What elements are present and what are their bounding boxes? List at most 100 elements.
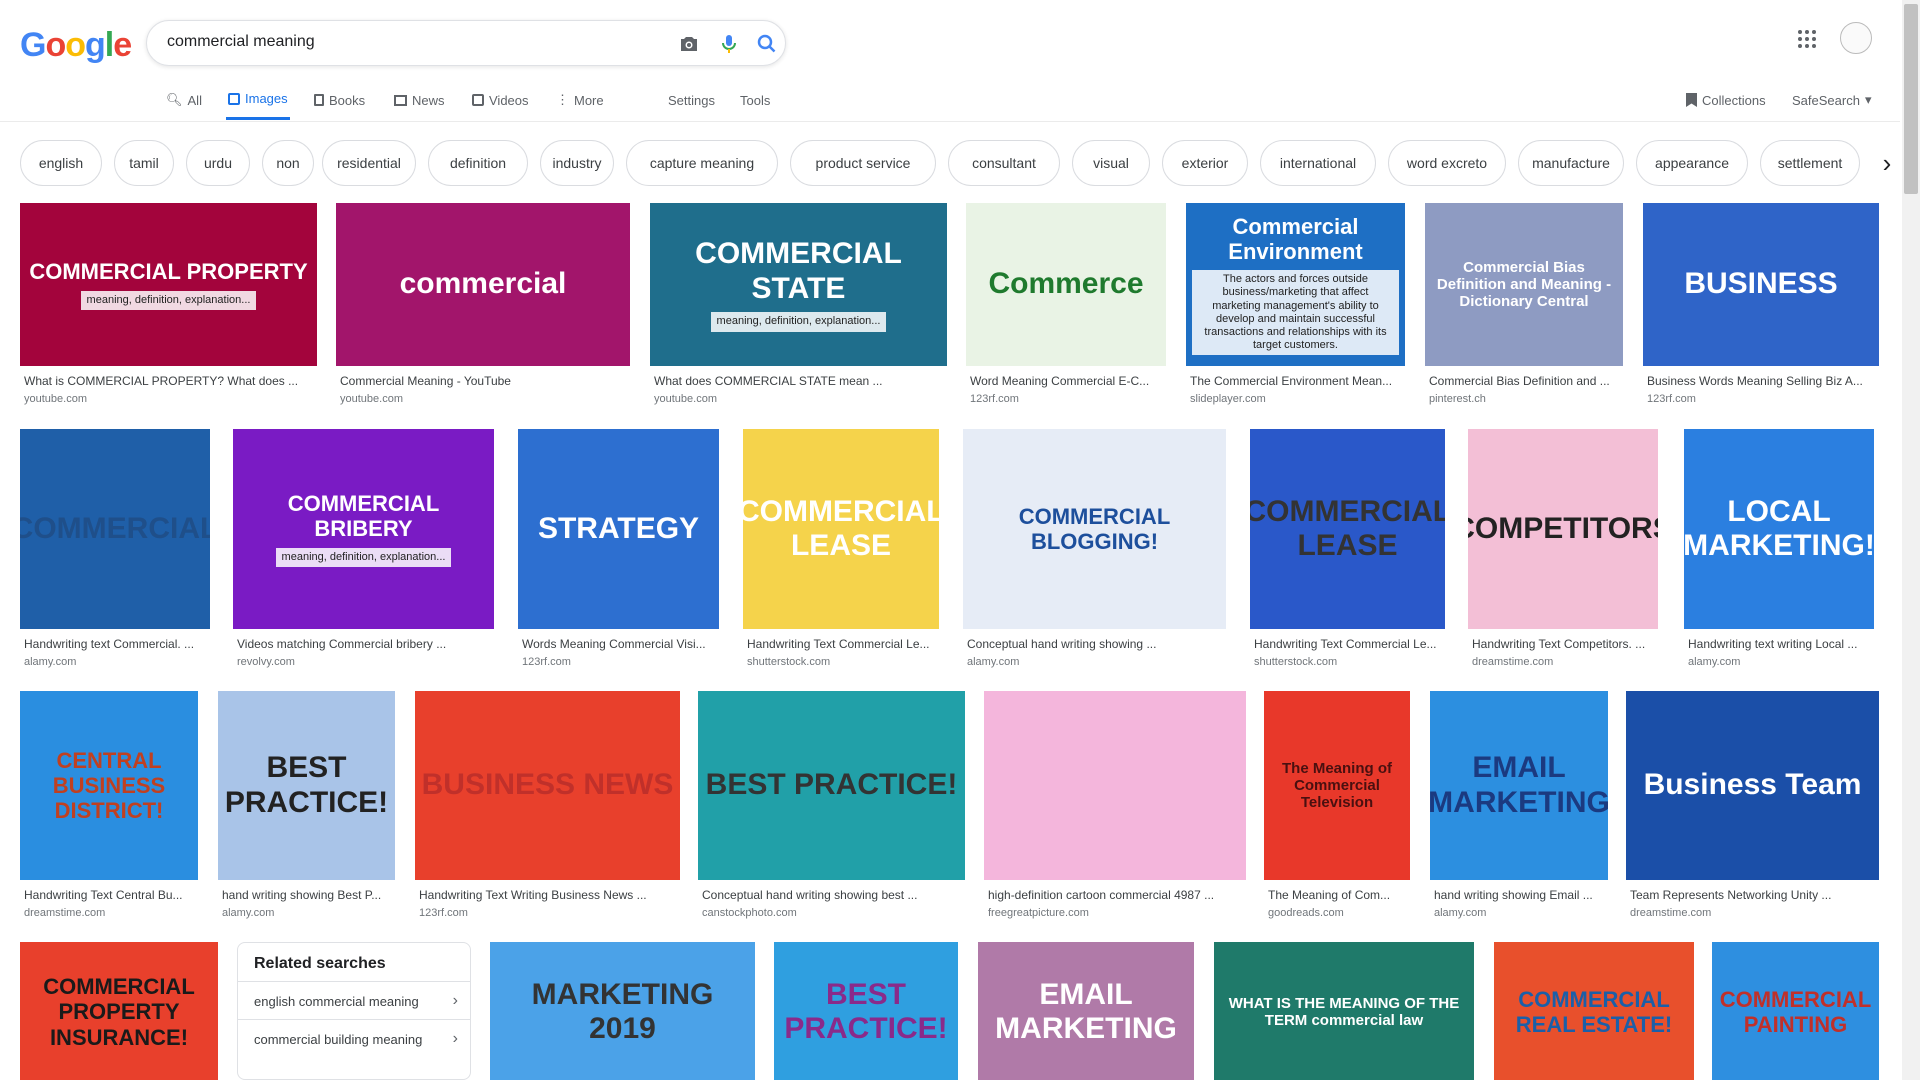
result-source[interactable]: alamy.com: [222, 907, 274, 919]
image-result[interactable]: high-definition cartoon commercial 4987 …: [984, 691, 1246, 928]
result-source[interactable]: shutterstock.com: [1254, 656, 1337, 668]
chip-appearance[interactable]: appearance: [1636, 140, 1748, 186]
result-source[interactable]: dreamstime.com: [24, 907, 105, 919]
result-thumbnail[interactable]: COMMERCIAL PAINTING: [1712, 942, 1879, 1080]
chip-product-service[interactable]: product service: [790, 140, 936, 186]
image-result[interactable]: COMMERCIAL PROPERTY meaning, definition, …: [20, 203, 317, 414]
chip-exterior[interactable]: exterior: [1162, 140, 1248, 186]
result-caption[interactable]: hand writing showing Email ...: [1434, 888, 1606, 902]
image-result[interactable]: EMAIL MARKETING hand writing showing Emai…: [1430, 691, 1608, 928]
result-source[interactable]: youtube.com: [340, 393, 403, 405]
result-caption[interactable]: Words Meaning Commercial Visi...: [522, 637, 717, 651]
chip-urdu[interactable]: urdu: [186, 140, 250, 186]
result-source[interactable]: canstockphoto.com: [702, 907, 797, 919]
result-thumbnail[interactable]: COMMERCIAL REAL ESTATE!: [1494, 942, 1694, 1080]
chip-consultant[interactable]: consultant: [948, 140, 1060, 186]
image-result[interactable]: Commercial Environment The actors and for…: [1186, 203, 1405, 414]
result-source[interactable]: alamy.com: [1434, 907, 1486, 919]
result-caption[interactable]: Handwriting Text Commercial Le...: [747, 637, 937, 651]
chip-non[interactable]: non: [262, 140, 314, 186]
result-thumbnail[interactable]: COMPETITORS: [1468, 429, 1658, 629]
result-source[interactable]: alamy.com: [1688, 656, 1740, 668]
chip-capture-meaning[interactable]: capture meaning: [626, 140, 778, 186]
image-result[interactable]: BEST PRACTICE!: [774, 942, 958, 1080]
result-caption[interactable]: high-definition cartoon commercial 4987 …: [988, 888, 1244, 902]
result-thumbnail[interactable]: STRATEGY: [518, 429, 719, 629]
result-thumbnail[interactable]: Business Team: [1626, 691, 1879, 880]
result-source[interactable]: alamy.com: [967, 656, 1019, 668]
result-thumbnail[interactable]: MARKETING 2019: [490, 942, 755, 1080]
image-result[interactable]: Business Team Team Represents Networking …: [1626, 691, 1879, 928]
result-thumbnail[interactable]: BEST PRACTICE!: [698, 691, 965, 880]
image-result[interactable]: COMMERCIAL PROPERTY INSURANCE!: [20, 942, 218, 1080]
chip-settlement[interactable]: settlement: [1760, 140, 1860, 186]
result-thumbnail[interactable]: COMMERCIAL PROPERTY INSURANCE!: [20, 942, 218, 1080]
image-result[interactable]: commercial Commercial Meaning - YouTube yo…: [336, 203, 630, 414]
safesearch-toggle[interactable]: SafeSearch ▾: [1792, 80, 1871, 120]
image-result[interactable]: COMMERCIAL BRIBERY meaning, definition, e…: [233, 429, 494, 677]
google-logo[interactable]: Google: [20, 26, 132, 65]
image-result[interactable]: STRATEGY Words Meaning Commercial Visi...…: [518, 429, 719, 677]
result-source[interactable]: goodreads.com: [1268, 907, 1344, 919]
image-result[interactable]: CENTRAL BUSINESS DISTRICT! Handwriting Te…: [20, 691, 198, 928]
chip-definition[interactable]: definition: [428, 140, 528, 186]
image-result[interactable]: WHAT IS THE MEANING OF THE TERM commerci…: [1214, 942, 1474, 1080]
chip-tamil[interactable]: tamil: [114, 140, 174, 186]
result-thumbnail[interactable]: commercial: [336, 203, 630, 366]
chip-english[interactable]: english: [20, 140, 102, 186]
tab-books[interactable]: Books: [314, 80, 365, 120]
image-result[interactable]: BEST PRACTICE! hand writing showing Best …: [218, 691, 395, 928]
result-thumbnail[interactable]: EMAIL MARKETING: [1430, 691, 1608, 880]
image-result[interactable]: COMMERCIAL REAL ESTATE!: [1494, 942, 1694, 1080]
image-result[interactable]: COMMERCIAL Handwriting text Commercial. .…: [20, 429, 210, 677]
image-result[interactable]: BUSINESS Business Words Meaning Selling B…: [1643, 203, 1879, 414]
image-result[interactable]: MARKETING 2019: [490, 942, 755, 1080]
result-thumbnail[interactable]: COMMERCIAL: [20, 429, 210, 629]
result-caption[interactable]: Handwriting text Commercial. ...: [24, 637, 208, 651]
result-caption[interactable]: Team Represents Networking Unity ...: [1630, 888, 1877, 902]
result-caption[interactable]: Conceptual hand writing showing ...: [967, 637, 1224, 651]
related-search-item[interactable]: english commercial meaning ›: [238, 981, 470, 1019]
image-result[interactable]: COMMERCIAL PAINTING: [1712, 942, 1879, 1080]
tab-more[interactable]: ⋮ More: [556, 80, 604, 120]
result-source[interactable]: pinterest.ch: [1429, 393, 1486, 405]
search-input[interactable]: commercial meaning: [167, 33, 315, 51]
result-caption[interactable]: Conceptual hand writing showing best ...: [702, 888, 963, 902]
result-caption[interactable]: Handwriting Text Competitors. ...: [1472, 637, 1656, 651]
image-result[interactable]: LOCAL MARKETING! Handwriting text writing…: [1684, 429, 1874, 677]
chip-word-excreto[interactable]: word excreto: [1388, 140, 1506, 186]
result-thumbnail[interactable]: COMMERCIAL PROPERTY meaning, definition, …: [20, 203, 317, 366]
image-result[interactable]: COMMERCIAL LEASE Handwriting Text Commerc…: [743, 429, 939, 677]
result-caption[interactable]: The Meaning of Com...: [1268, 888, 1408, 902]
result-thumbnail[interactable]: Commerce: [966, 203, 1166, 366]
image-result[interactable]: Commerce Word Meaning Commercial E-C... 12…: [966, 203, 1166, 414]
result-thumbnail[interactable]: Commercial Environment The actors and for…: [1186, 203, 1405, 366]
image-result[interactable]: The Meaning of Commercial Television The …: [1264, 691, 1410, 928]
result-source[interactable]: freegreatpicture.com: [988, 907, 1089, 919]
result-caption[interactable]: Word Meaning Commercial E-C...: [970, 374, 1164, 388]
result-thumbnail[interactable]: BEST PRACTICE!: [218, 691, 395, 880]
result-source[interactable]: slideplayer.com: [1190, 393, 1266, 405]
result-source[interactable]: youtube.com: [24, 393, 87, 405]
collections-link[interactable]: Collections: [1686, 80, 1766, 120]
image-result[interactable]: BEST PRACTICE! Conceptual hand writing sh…: [698, 691, 965, 928]
result-thumbnail[interactable]: COMMERCIAL STATE meaning, definition, exp…: [650, 203, 947, 366]
result-source[interactable]: youtube.com: [654, 393, 717, 405]
image-result[interactable]: EMAIL MARKETING: [978, 942, 1194, 1080]
result-caption[interactable]: Commercial Bias Definition and ...: [1429, 374, 1621, 388]
result-caption[interactable]: Handwriting text writing Local ...: [1688, 637, 1872, 651]
related-search-item[interactable]: commercial building meaning ›: [238, 1019, 470, 1057]
tab-videos[interactable]: Videos: [472, 80, 529, 120]
chip-visual[interactable]: visual: [1072, 140, 1150, 186]
result-caption[interactable]: Handwriting Text Writing Business News .…: [419, 888, 678, 902]
chip-manufacture[interactable]: manufacture: [1518, 140, 1624, 186]
result-source[interactable]: 123rf.com: [1647, 393, 1696, 405]
result-source[interactable]: revolvy.com: [237, 656, 295, 668]
result-thumbnail[interactable]: WHAT IS THE MEANING OF THE TERM commerci…: [1214, 942, 1474, 1080]
result-source[interactable]: 123rf.com: [970, 393, 1019, 405]
result-thumbnail[interactable]: COMMERCIAL LEASE: [743, 429, 939, 629]
chip-residential[interactable]: residential: [322, 140, 416, 186]
result-caption[interactable]: Videos matching Commercial bribery ...: [237, 637, 492, 651]
chevron-right-icon[interactable]: ›: [1872, 140, 1902, 186]
result-caption[interactable]: What is COMMERCIAL PROPERTY? What does .…: [24, 374, 315, 388]
